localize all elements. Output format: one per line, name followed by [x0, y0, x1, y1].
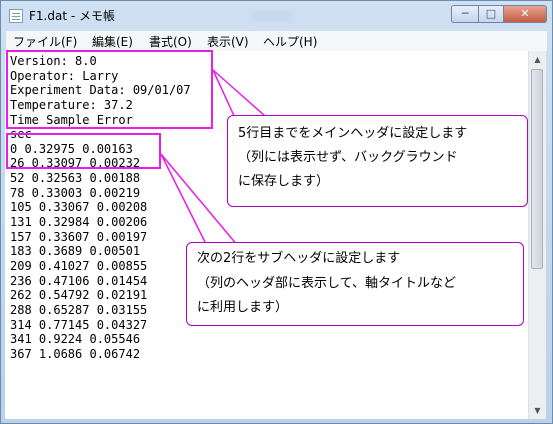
- menu-edit[interactable]: 編集(E): [92, 33, 133, 50]
- callout-text: （列には表示せず、バックグラウンド: [238, 150, 458, 165]
- sub-header-callout: 次の2行をサブヘッダに設定します （列のヘッダ部に表示して、軸タイトルなど に利…: [186, 242, 524, 326]
- menu-file[interactable]: ファイル(F): [13, 33, 77, 50]
- text-line: 78 0.33003 0.00219: [10, 185, 141, 200]
- text-line: 183 0.3689 0.00501: [10, 244, 141, 259]
- text-line: 131 0.32984 0.00206: [10, 215, 148, 230]
- sub-header-highlight: [6, 133, 161, 169]
- text-line: 105 0.33067 0.00208: [10, 200, 148, 215]
- text-line: 341 0.9224 0.05546: [10, 332, 141, 347]
- minimize-button[interactable]: ─: [451, 5, 478, 23]
- menu-view[interactable]: 表示(V): [207, 33, 249, 50]
- text-line: 314 0.77145 0.04327: [10, 317, 148, 332]
- text-line: 262 0.54792 0.02191: [10, 288, 148, 303]
- callout-text: 次の2行をサブヘッダに設定します: [197, 251, 401, 266]
- scroll-up-arrow-icon[interactable]: ▲: [529, 51, 546, 68]
- text-line: 209 0.41027 0.00855: [10, 258, 148, 273]
- callout-text: 5行目までをメインヘッダに設定します: [238, 126, 468, 141]
- callout-text: に保存します）: [238, 174, 330, 189]
- close-button[interactable]: ✕: [504, 5, 547, 23]
- title-bar[interactable]: F1.dat - メモ帳 ─ □ ✕: [1, 1, 552, 31]
- scroll-down-arrow-icon[interactable]: ▼: [529, 402, 546, 419]
- callout-text: （列のヘッダ部に表示して、軸タイトルなど: [197, 275, 456, 291]
- title-blur-artifact: [251, 11, 291, 21]
- menu-format[interactable]: 書式(O): [149, 33, 192, 50]
- main-header-highlight: [6, 50, 213, 129]
- text-line: 288 0.65287 0.03155: [10, 302, 148, 317]
- vertical-scrollbar[interactable]: ▲ ▼: [528, 51, 546, 419]
- scrollbar-thumb[interactable]: [531, 69, 543, 269]
- text-line: 367 1.0686 0.06742: [10, 346, 141, 361]
- window-title: F1.dat - メモ帳: [29, 9, 115, 23]
- main-header-callout: 5行目までをメインヘッダに設定します （列には表示せず、バックグラウンド に保存…: [227, 115, 528, 207]
- maximize-button[interactable]: □: [478, 5, 504, 23]
- notepad-icon: [9, 9, 23, 23]
- text-line: 52 0.32563 0.00188: [10, 171, 141, 186]
- callout-text: に利用します）: [197, 300, 289, 315]
- menu-help[interactable]: ヘルプ(H): [263, 33, 317, 50]
- text-line: 236 0.47106 0.01454: [10, 273, 148, 288]
- text-line: 157 0.33607 0.00197: [10, 229, 148, 244]
- menu-bar: ファイル(F) 編集(E) 書式(O) 表示(V) ヘルプ(H): [6, 31, 547, 52]
